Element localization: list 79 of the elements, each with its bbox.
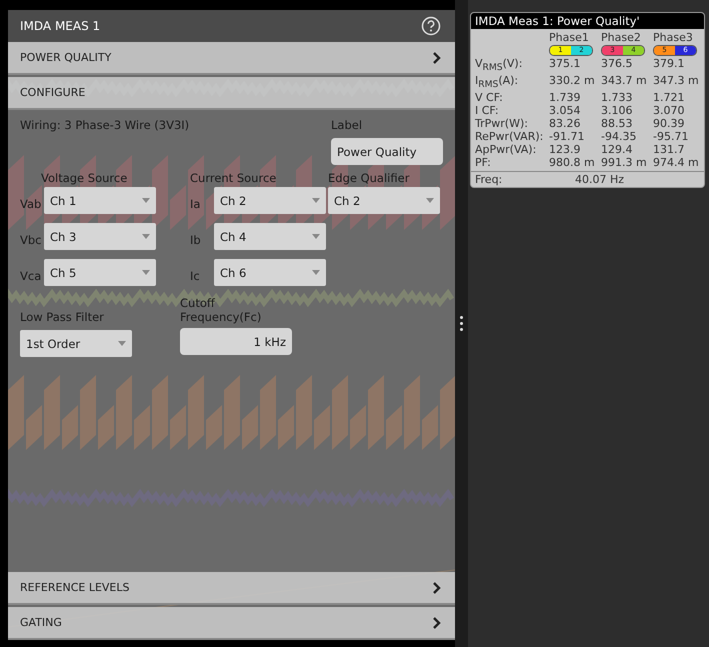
panel-title: IMDA MEAS 1 bbox=[20, 19, 100, 33]
table-cell-text: 129.4 bbox=[601, 143, 634, 156]
phase-heading: Phase3 bbox=[653, 31, 694, 44]
caret-icon bbox=[426, 198, 434, 203]
section-bar[interactable]: REFERENCE LEVELS bbox=[8, 572, 455, 605]
help-icon[interactable] bbox=[421, 16, 441, 36]
caret-icon bbox=[312, 198, 320, 203]
row-label: TrPwr(W): bbox=[475, 117, 529, 130]
table-cell-text: 330.2 m bbox=[549, 74, 596, 90]
wiring-text: Wiring: 3 Phase-3 Wire (3V3I) bbox=[20, 118, 190, 132]
table-cell-text: 974.4 m bbox=[653, 156, 700, 170]
section-bar[interactable]: GATING bbox=[8, 607, 455, 640]
table-cell-text: 376.5 bbox=[601, 57, 634, 72]
current-source-title: Current Source bbox=[190, 171, 278, 185]
phase-heading: Phase2 bbox=[601, 31, 642, 44]
low-pass-filter-title: Low Pass Filter bbox=[20, 310, 105, 324]
source-label: Ib bbox=[190, 232, 202, 246]
caret-icon bbox=[142, 270, 150, 275]
source-label: Ia bbox=[190, 196, 202, 210]
table-cell-text: 131.7 bbox=[653, 143, 686, 156]
dropdown[interactable]: Ch 5 bbox=[44, 259, 156, 286]
drag-handle-icon[interactable] bbox=[460, 316, 463, 331]
table-cell-text: 1.733 bbox=[601, 91, 634, 104]
caret-icon bbox=[312, 270, 320, 275]
cutoff-frequency-title: Cutoff Frequency(Fc) bbox=[180, 296, 262, 324]
table-cell-text: 3.070 bbox=[653, 104, 686, 118]
table-cell-text: 991.3 m bbox=[601, 156, 648, 170]
freq-label: Freq: bbox=[475, 173, 504, 186]
table-cell-text: -95.71 bbox=[653, 130, 690, 144]
row-label: ApPwr(VA): bbox=[475, 143, 538, 156]
dropdown[interactable]: Ch 2 bbox=[214, 187, 326, 214]
caret-icon bbox=[142, 234, 150, 239]
dropdown[interactable]: Ch 3 bbox=[44, 223, 156, 250]
results-title: IMDA Meas 1: Power Quality' bbox=[471, 13, 704, 29]
table-cell-text: -94.35 bbox=[601, 130, 638, 144]
table-cell-text: 1.739 bbox=[549, 91, 582, 104]
section-bar: CONFIGURE bbox=[8, 77, 455, 110]
label-field[interactable]: Power Quality bbox=[331, 138, 443, 165]
chevron-right-icon bbox=[433, 582, 441, 594]
source-label: Vca bbox=[20, 268, 42, 282]
row-label: V CF: bbox=[475, 91, 504, 104]
table-cell-text: 3.106 bbox=[601, 104, 634, 118]
table-cell-text: 347.3 m bbox=[653, 74, 700, 90]
table-cell-text: 90.39 bbox=[653, 117, 686, 130]
source-label: Vab bbox=[20, 196, 42, 210]
chevron-right-icon bbox=[433, 52, 441, 64]
dropdown[interactable]: Ch 6 bbox=[214, 259, 326, 286]
table-cell-text: 1.721 bbox=[653, 91, 686, 104]
table-cell-text: 980.8 m bbox=[549, 156, 596, 170]
voltage-source-title: Voltage Source bbox=[41, 171, 128, 185]
caret-icon bbox=[312, 234, 320, 239]
chevron-right-icon bbox=[433, 616, 441, 628]
caret-icon bbox=[142, 198, 150, 203]
section-bar[interactable]: POWER QUALITY bbox=[8, 42, 455, 75]
table-cell-text: 375.1 bbox=[549, 57, 582, 72]
caret-icon bbox=[118, 341, 126, 346]
row-label: V$_{RMS}$(V): bbox=[475, 57, 524, 74]
label-title: Label bbox=[331, 118, 364, 132]
freq-value: 40.07 Hz bbox=[575, 173, 624, 186]
table-cell-text: 379.1 bbox=[653, 57, 686, 72]
table-cell-text: 83.26 bbox=[549, 117, 582, 130]
dropdown[interactable]: Ch 2 bbox=[328, 187, 440, 214]
edge-qualifier-title: Edge Qualifier bbox=[328, 171, 410, 185]
table-cell-text: 3.054 bbox=[549, 104, 582, 118]
source-label: Vbc bbox=[20, 232, 42, 246]
table-cell-text: -91.71 bbox=[549, 130, 586, 144]
table-cell-text: 88.53 bbox=[601, 117, 634, 130]
phase-heading: Phase1 bbox=[549, 31, 590, 44]
dropdown[interactable]: 1st Order bbox=[20, 330, 132, 357]
source-label: Ic bbox=[190, 268, 201, 282]
row-label: RePwr(VAR): bbox=[475, 130, 544, 144]
row-label: I$_{RMS}$(A): bbox=[475, 74, 520, 92]
cutoff-frequency-field[interactable]: 1 kHz bbox=[180, 328, 292, 355]
row-label: PF: bbox=[475, 156, 492, 170]
dropdown[interactable]: Ch 4 bbox=[214, 223, 326, 250]
row-label: I CF: bbox=[475, 104, 500, 118]
table-cell-text: 343.7 m bbox=[601, 74, 648, 90]
table-cell-text: 123.9 bbox=[549, 143, 582, 156]
dropdown[interactable]: Ch 1 bbox=[44, 187, 156, 214]
